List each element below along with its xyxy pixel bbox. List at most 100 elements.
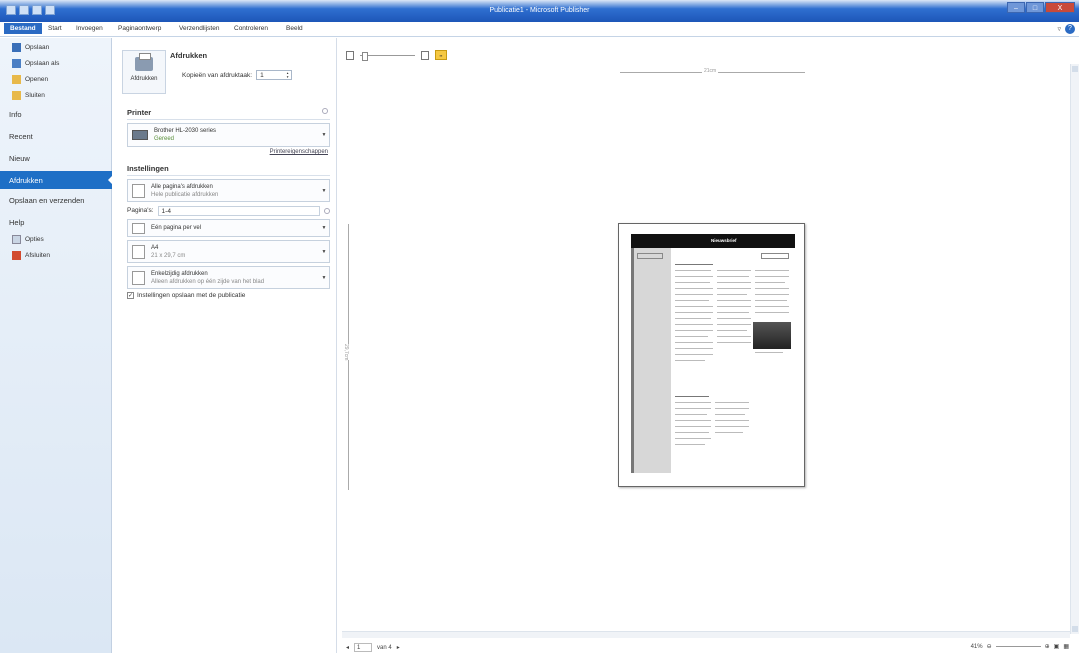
page-navigator: ◂ 1 van 4 ▸ [346,643,400,652]
text-line [675,318,711,319]
nav-save[interactable]: Opslaan [0,43,112,52]
text-line [675,330,713,331]
chevron-down-icon: ▼ [321,187,327,194]
next-page-icon[interactable]: ▸ [397,644,400,651]
layout-value: Eén pagina per vel [151,225,202,231]
text-line [675,312,713,313]
text-line [717,324,751,325]
duplex-dropdown[interactable]: Enkelzijdig afdrukken Alleen afdrukken o… [127,266,330,289]
nav-recent[interactable]: Recent [0,132,112,141]
nav-exit[interactable]: Afsluiten [0,251,112,260]
close-button[interactable]: X [1045,2,1075,13]
nav-info[interactable]: Info [0,110,112,119]
nav-help[interactable]: Help [0,218,112,227]
printer-properties-link[interactable]: Printereigenschappen [270,149,328,155]
duplex-value: Enkelzijdig afdrukken [151,270,208,277]
previous-page-icon[interactable]: ◂ [346,644,349,651]
copies-label: Kopieën van afdruktaak: [182,71,253,79]
nav-close[interactable]: Sluiten [0,91,112,100]
save-as-icon [12,59,21,68]
copies-stepper[interactable]: 1 [256,70,293,80]
nav-save-as[interactable]: Opslaan als [0,59,112,68]
text-line [717,294,747,295]
chevron-down-icon: ▼ [321,225,327,231]
chevron-down-icon: ▼ [321,132,327,138]
text-line [675,336,708,337]
nav-new[interactable]: Nieuw [0,154,112,163]
pages-input[interactable]: 1-4 [157,205,320,216]
text-line [715,402,749,403]
minimize-ribbon-icon[interactable]: ▿ [1057,25,1061,33]
printer-dropdown[interactable]: Brother HL-2030 series Gereed ▼ [127,123,330,147]
text-line [755,352,783,353]
duplex-sub: Alleen afdrukken op één zijde van het bl… [151,278,265,285]
text-line [717,288,751,289]
window-title: Publicatie1 - Microsoft Publisher [489,7,590,14]
text-line [675,276,713,277]
zoom-in-icon[interactable]: ⊕ [1045,643,1050,650]
newsletter-pill [637,253,663,259]
nav-save-send[interactable]: Opslaan en verzenden [0,196,112,205]
print-button[interactable]: Afdrukken [122,50,166,94]
printer-device-icon [132,130,148,140]
page-zoom-slider[interactable] [360,51,415,61]
multiple-pages-icon[interactable]: ▪▪ [435,50,447,60]
save-settings-row[interactable]: ✓ Instellingen opslaan met de publicatie [127,292,245,299]
pages-info-icon[interactable] [324,207,330,214]
nav-open[interactable]: Openen [0,75,112,84]
title-bar: Publicatie1 - Microsoft Publisher – □ X [0,0,1079,22]
layout-dropdown[interactable]: Eén pagina per vel ▼ [127,219,330,237]
printer-name: Brother HL-2030 series [154,128,217,134]
horizontal-scrollbar[interactable] [342,631,1070,638]
text-line [755,294,789,295]
text-line [675,282,710,283]
tab-invoegen[interactable]: Invoegen [76,25,103,32]
printer-info-icon[interactable] [322,108,328,114]
paper-size-sub: 21 x 29,7 cm [151,252,186,259]
print-settings-panel: Afdrukken Afdrukken Kopieën van afdrukta… [112,38,337,653]
text-line [717,300,751,301]
divider [127,119,330,120]
print-range-dropdown[interactable]: Alle pagina's afdrukken Hele publicatie … [127,179,330,202]
fit-page-icon[interactable]: ▣ [1054,643,1060,650]
text-line [675,438,711,439]
text-line [715,414,745,415]
tab-bestand[interactable]: Bestand [4,23,42,34]
current-page-input[interactable]: 1 [354,643,373,652]
chevron-down-icon: ▼ [321,274,327,281]
text-line [675,402,711,403]
save-settings-checkbox[interactable]: ✓ [127,292,134,299]
preview-toolbar: ▪▪ [346,50,447,61]
paper-size-dropdown[interactable]: A4 21 x 29,7 cm ▼ [127,240,330,263]
help-icon[interactable]: ? [1065,24,1075,34]
text-line [755,282,785,283]
single-page-icon[interactable] [346,50,354,60]
maximize-button[interactable]: □ [1026,2,1044,13]
printer-icon [135,53,153,71]
text-line [717,306,751,307]
nav-print[interactable]: Afdrukken [0,171,113,189]
save-icon [12,43,21,52]
text-line [755,276,789,277]
vertical-scrollbar[interactable] [1070,64,1079,634]
tab-controleren[interactable]: Controleren [234,25,268,32]
view-options-icon[interactable]: ▦ [1063,643,1069,650]
minimize-button[interactable]: – [1007,2,1025,13]
text-line [675,360,705,361]
tab-start[interactable]: Start [48,25,62,32]
tab-paginaontwerp[interactable]: Paginaontwerp [118,25,161,32]
zoom-out-icon[interactable]: ⊖ [987,643,992,650]
tab-beeld[interactable]: Beeld [286,25,303,32]
text-line [675,414,707,415]
tab-verzendlijsten[interactable]: Verzendlijsten [179,25,219,32]
printer-section-title: Printer [127,108,152,117]
text-line [717,282,751,283]
actual-size-icon[interactable] [421,50,429,60]
zoom-slider[interactable] [995,646,1041,647]
text-line [755,312,789,313]
text-line [675,408,711,409]
newsletter-sidebar [631,248,671,473]
text-line [675,270,711,271]
single-sided-icon [132,270,145,285]
nav-options[interactable]: Opties [0,235,112,244]
